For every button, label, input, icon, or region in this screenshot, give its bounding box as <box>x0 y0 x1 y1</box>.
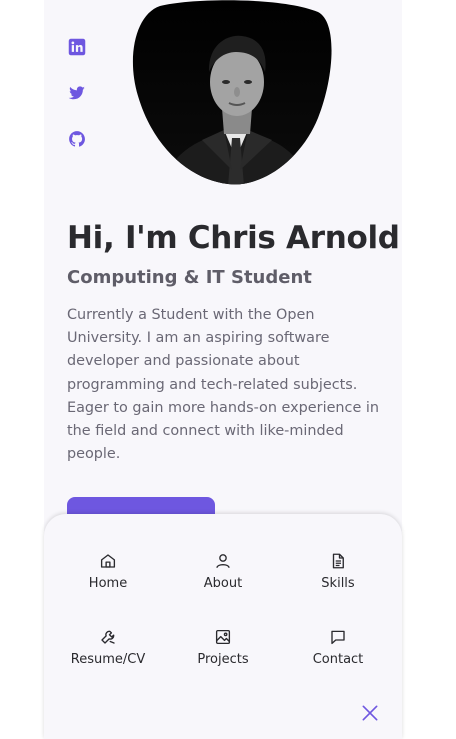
nav-item-resume[interactable]: Resume/CV <box>51 628 165 668</box>
nav-item-label: Resume/CV <box>70 652 146 667</box>
linkedin-icon[interactable] <box>68 38 86 56</box>
wrench-icon <box>99 628 117 646</box>
social-links <box>68 38 88 176</box>
nav-item-contact[interactable]: Contact <box>281 628 395 668</box>
nav-menu: Home About Skills Resume/CV Projects Con… <box>44 514 402 739</box>
nav-item-label: Home <box>88 576 128 591</box>
nav-item-skills[interactable]: Skills <box>281 552 395 592</box>
nav-item-label: About <box>203 576 243 591</box>
nav-item-home[interactable]: Home <box>51 552 165 592</box>
image-icon <box>214 628 232 646</box>
file-icon <box>329 552 347 570</box>
home-icon <box>99 552 117 570</box>
nav-item-label: Skills <box>321 576 355 591</box>
nav-menu-list: Home About Skills Resume/CV Projects Con… <box>51 552 395 668</box>
page-title: Hi, I'm Chris Arnold <box>67 220 400 256</box>
intro-description: Currently a Student with the Open Univer… <box>67 307 380 463</box>
user-icon <box>214 552 232 570</box>
twitter-icon[interactable] <box>68 84 86 102</box>
github-icon[interactable] <box>68 130 86 148</box>
nav-item-about[interactable]: About <box>165 552 281 592</box>
profile-photo <box>132 0 332 186</box>
nav-item-label: Contact <box>312 652 364 667</box>
page-subtitle: Computing & IT Student <box>67 267 312 288</box>
nav-item-projects[interactable]: Projects <box>165 628 281 668</box>
message-icon <box>329 628 347 646</box>
home-section: Hi, I'm Chris Arnold Computing & IT Stud… <box>44 0 402 739</box>
close-icon[interactable] <box>360 703 380 723</box>
nav-item-label: Projects <box>197 652 249 667</box>
